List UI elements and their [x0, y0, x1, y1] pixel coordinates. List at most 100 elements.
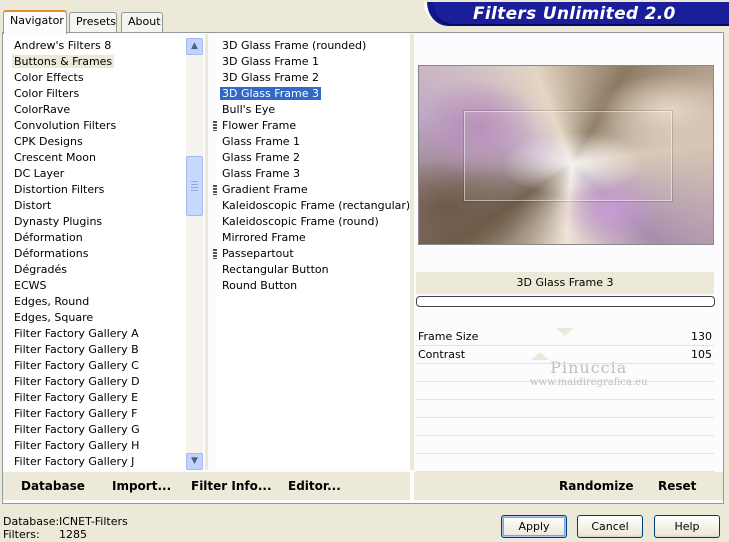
tab-presets[interactable]: Presets	[69, 12, 117, 32]
filter-label: Glass Frame 3	[222, 167, 301, 180]
category-item[interactable]: Color Effects	[8, 70, 186, 86]
category-scrollbar[interactable]: ▲ ▼	[186, 38, 203, 470]
filter-label: Round Button	[222, 279, 298, 292]
filter-item[interactable]: Mirrored Frame	[216, 230, 410, 246]
category-item[interactable]: Distort	[8, 198, 186, 214]
filter-label: Glass Frame 1	[222, 135, 301, 148]
category-item[interactable]: ECWS	[8, 278, 186, 294]
preview-glass-frame	[464, 111, 672, 201]
category-item[interactable]: Buttons & Frames	[8, 54, 186, 70]
filter-item[interactable]: 3D Glass Frame 1	[216, 54, 410, 70]
watermark-name: Pinuccia	[550, 358, 628, 377]
scroll-thumb[interactable]	[186, 156, 203, 216]
filter-label: 3D Glass Frame (rounded)	[222, 39, 367, 52]
category-item[interactable]: Filter Factory Gallery J	[8, 454, 186, 470]
category-item[interactable]: Filter Factory Gallery E	[8, 390, 186, 406]
preset-marker-icon	[213, 121, 217, 131]
param-empty	[416, 418, 714, 436]
filter-list[interactable]: 3D Glass Frame (rounded) 3D Glass Frame 1…	[216, 38, 410, 470]
filter-item[interactable]: Gradient Frame	[216, 182, 410, 198]
category-item[interactable]: Filter Factory Gallery C	[8, 358, 186, 374]
category-item[interactable]: Filter Factory Gallery A	[8, 326, 186, 342]
chevron-down-icon: ▼	[191, 456, 198, 466]
preview-divider	[410, 34, 414, 470]
cancel-button[interactable]: Cancel	[577, 515, 643, 538]
category-item[interactable]: Déformation	[8, 230, 186, 246]
filter-item[interactable]: Kaleidoscopic Frame (round)	[216, 214, 410, 230]
help-button[interactable]: Help	[654, 515, 720, 538]
filter-label: Bull's Eye	[222, 103, 276, 116]
category-label: Convolution Filters	[14, 119, 117, 132]
editor-button[interactable]: Editor...	[288, 479, 341, 493]
filter-item[interactable]: 3D Glass Frame 3	[216, 86, 410, 102]
preset-marker-icon	[213, 249, 217, 259]
chevron-up-icon: ▲	[191, 41, 198, 51]
param-frame-size[interactable]: Frame Size 130	[416, 328, 714, 346]
filter-item[interactable]: Round Button	[216, 278, 410, 294]
category-item[interactable]: ColorRave	[8, 102, 186, 118]
filter-label: Flower Frame	[222, 119, 297, 132]
filter-item[interactable]: Rectangular Button	[216, 262, 410, 278]
filter-item[interactable]: 3D Glass Frame 2	[216, 70, 410, 86]
category-item[interactable]: Déformations	[8, 246, 186, 262]
category-item[interactable]: Dynasty Plugins	[8, 214, 186, 230]
filter-item[interactable]: Bull's Eye	[216, 102, 410, 118]
category-item[interactable]: Edges, Square	[8, 310, 186, 326]
slider-handle[interactable]	[556, 328, 574, 336]
category-item[interactable]: Filter Factory Gallery G	[8, 422, 186, 438]
category-item[interactable]: Crescent Moon	[8, 150, 186, 166]
filter-item[interactable]: Kaleidoscopic Frame (rectangular)	[216, 198, 410, 214]
app-banner: Filters Unlimited 2.0	[424, 2, 729, 26]
filter-label: Gradient Frame	[222, 183, 308, 196]
randomize-button[interactable]: Randomize	[559, 479, 633, 493]
filter-item[interactable]: Passepartout	[216, 246, 410, 262]
param-empty	[416, 400, 714, 418]
apply-button[interactable]: Apply	[501, 515, 567, 538]
category-item[interactable]: DC Layer	[8, 166, 186, 182]
category-item[interactable]: Color Filters	[8, 86, 186, 102]
filter-item[interactable]: Glass Frame 1	[216, 134, 410, 150]
category-item[interactable]: CPK Designs	[8, 134, 186, 150]
left-button-bar: Database Import... Filter Info... Editor…	[3, 472, 410, 500]
filter-label: Passepartout	[222, 247, 294, 260]
category-label: DC Layer	[14, 167, 65, 180]
import-button[interactable]: Import...	[112, 479, 171, 493]
category-item[interactable]: Andrew's Filters 8	[8, 38, 186, 54]
filter-label: Mirrored Frame	[222, 231, 306, 244]
category-label: Filter Factory Gallery A	[14, 327, 139, 340]
category-label: Edges, Round	[14, 295, 90, 308]
category-item[interactable]: Filter Factory Gallery B	[8, 342, 186, 358]
database-button[interactable]: Database	[21, 479, 85, 493]
category-item[interactable]: Filter Factory Gallery H	[8, 438, 186, 454]
filter-info-button[interactable]: Filter Info...	[191, 479, 272, 493]
app-title: Filters Unlimited 2.0	[473, 4, 676, 24]
scroll-up-button[interactable]: ▲	[186, 38, 203, 55]
tab-presets-label: Presets	[76, 15, 117, 28]
status-filters: Filters: 1285	[3, 528, 87, 541]
category-item[interactable]: Distortion Filters	[8, 182, 186, 198]
tab-about[interactable]: About	[121, 12, 163, 32]
category-label: Filter Factory Gallery G	[14, 423, 140, 436]
category-label: Crescent Moon	[14, 151, 96, 164]
category-label: Filter Factory Gallery E	[14, 391, 139, 404]
filter-item[interactable]: Glass Frame 2	[216, 150, 410, 166]
category-item[interactable]: Filter Factory Gallery F	[8, 406, 186, 422]
category-item[interactable]: Edges, Round	[8, 294, 186, 310]
filter-item[interactable]: Glass Frame 3	[216, 166, 410, 182]
filter-label: Kaleidoscopic Frame (rectangular)	[222, 199, 410, 212]
reset-button[interactable]: Reset	[658, 479, 696, 493]
category-item[interactable]: Filter Factory Gallery D	[8, 374, 186, 390]
filter-label: 3D Glass Frame 2	[222, 71, 320, 84]
filter-item[interactable]: Flower Frame	[216, 118, 410, 134]
category-label: ECWS	[14, 279, 47, 292]
category-list[interactable]: Andrew's Filters 8 Buttons & Frames Color …	[8, 38, 186, 470]
tab-navigator[interactable]: Navigator	[3, 10, 67, 34]
category-item[interactable]: Dégradés	[8, 262, 186, 278]
scroll-down-button[interactable]: ▼	[186, 453, 203, 470]
list-divider	[205, 34, 208, 470]
category-label: Filter Factory Gallery D	[14, 375, 140, 388]
category-item[interactable]: Convolution Filters	[8, 118, 186, 134]
filter-item[interactable]: 3D Glass Frame (rounded)	[216, 38, 410, 54]
grip-line	[191, 190, 198, 191]
param-empty	[416, 454, 714, 472]
